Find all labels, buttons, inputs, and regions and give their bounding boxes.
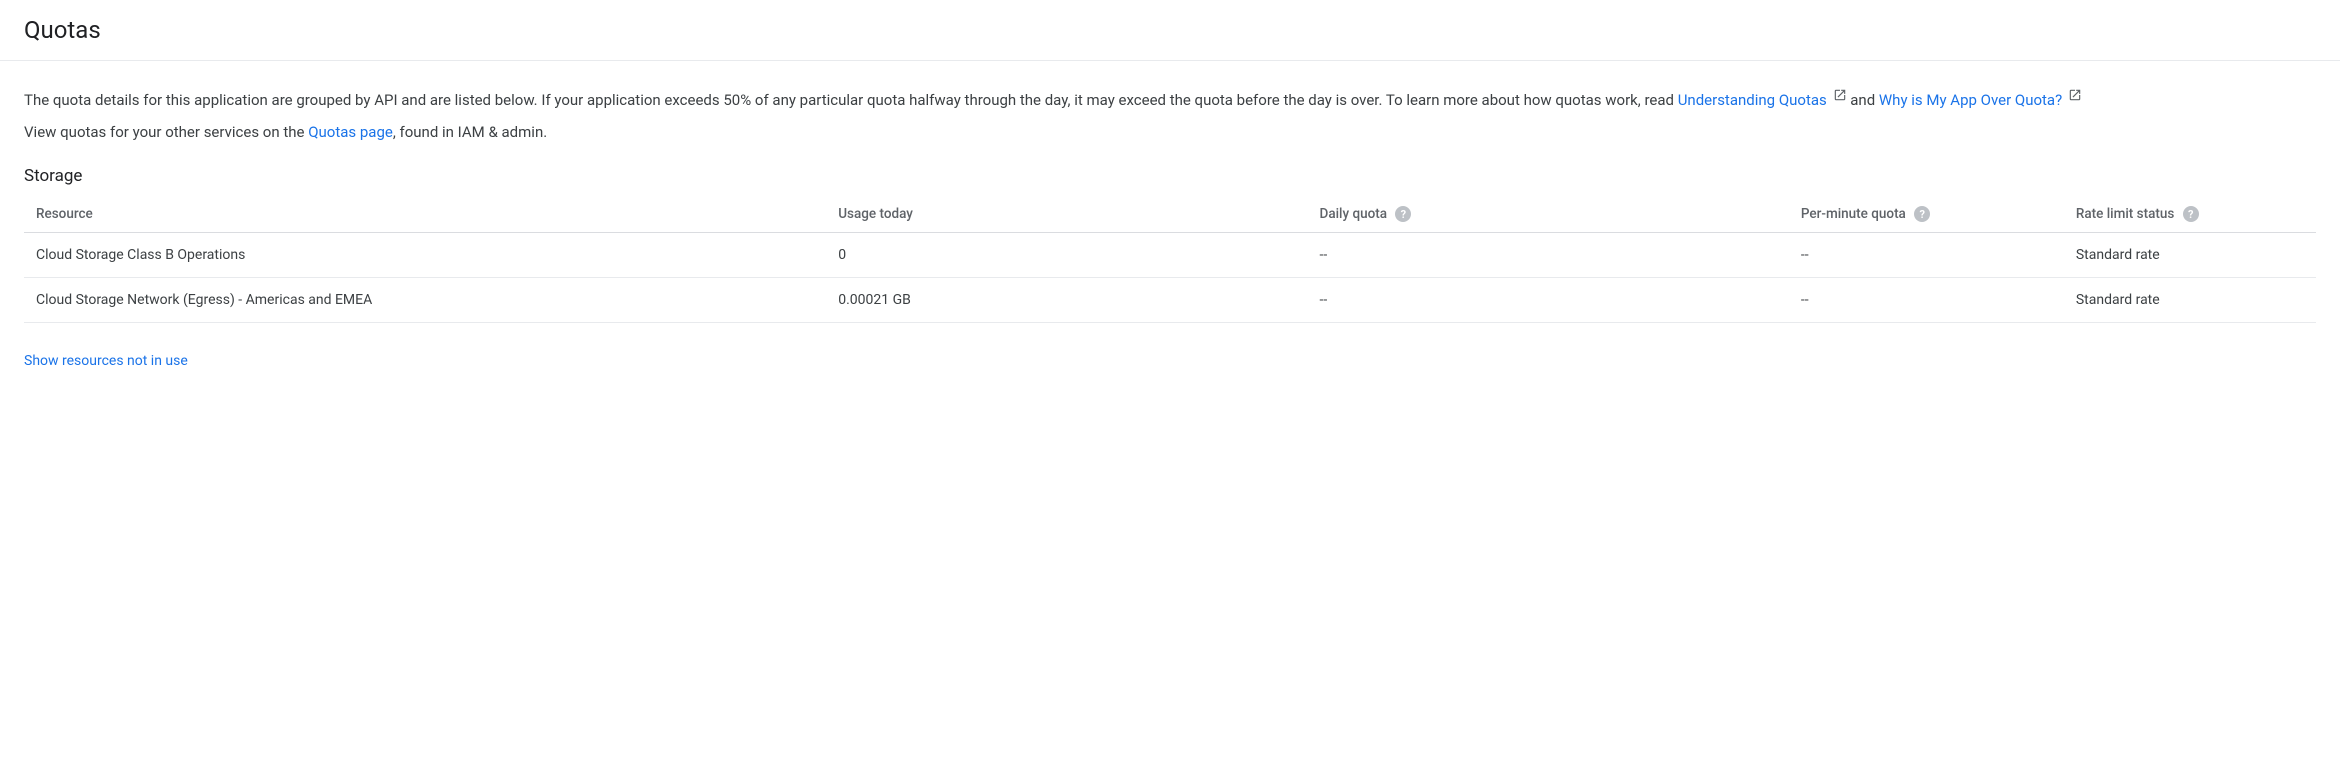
external-link-icon [1833, 85, 1847, 109]
page-title: Quotas [24, 16, 2316, 44]
table-header-row: Resource Usage today Daily quota ? Per-m… [24, 196, 2316, 233]
cell-resource: Cloud Storage Network (Egress) - America… [24, 278, 826, 323]
column-header-daily-text: Daily quota [1320, 206, 1388, 222]
understanding-quotas-link[interactable]: Understanding Quotas [1678, 91, 1827, 109]
quotas-page-link-text: Quotas page [308, 123, 393, 141]
table-row: Cloud Storage Class B Operations 0 -- --… [24, 233, 2316, 278]
column-header-resource: Resource [24, 196, 826, 233]
understanding-quotas-link-text: Understanding Quotas [1678, 91, 1827, 109]
section-heading-storage: Storage [24, 166, 2316, 186]
column-header-minute-text: Per-minute quota [1801, 206, 1906, 222]
table-row: Cloud Storage Network (Egress) - America… [24, 278, 2316, 323]
cell-usage: 0 [826, 233, 1307, 278]
help-icon[interactable]: ? [1914, 206, 1930, 222]
column-header-rate-text: Rate limit status [2076, 206, 2174, 222]
quotas-page-link[interactable]: Quotas page [308, 123, 393, 141]
intro-paragraph-2: View quotas for your other services on t… [24, 120, 2316, 144]
storage-quota-table: Resource Usage today Daily quota ? Per-m… [24, 196, 2316, 323]
cell-daily: -- [1308, 278, 1789, 323]
help-icon[interactable]: ? [1395, 206, 1411, 222]
column-header-minute: Per-minute quota ? [1789, 196, 2064, 233]
cell-rate: Standard rate [2064, 233, 2316, 278]
cell-resource: Cloud Storage Class B Operations [24, 233, 826, 278]
why-over-quota-link-text: Why is My App Over Quota? [1879, 91, 2062, 109]
intro-text-1: The quota details for this application a… [24, 91, 1678, 109]
content-area: The quota details for this application a… [0, 61, 2340, 393]
cell-daily: -- [1308, 233, 1789, 278]
intro-paragraph-1: The quota details for this application a… [24, 85, 2316, 112]
column-header-usage: Usage today [826, 196, 1307, 233]
quotas-line-before: View quotas for your other services on t… [24, 123, 308, 141]
why-over-quota-link[interactable]: Why is My App Over Quota? [1879, 91, 2062, 109]
cell-minute: -- [1789, 278, 2064, 323]
column-header-daily: Daily quota ? [1308, 196, 1789, 233]
cell-minute: -- [1789, 233, 2064, 278]
cell-rate: Standard rate [2064, 278, 2316, 323]
external-link-icon [2068, 85, 2082, 109]
cell-usage: 0.00021 GB [826, 278, 1307, 323]
column-header-rate: Rate limit status ? [2064, 196, 2316, 233]
quotas-page: Quotas The quota details for this applic… [0, 0, 2340, 393]
quotas-line-after: , found in IAM & admin. [393, 123, 547, 141]
page-header: Quotas [0, 0, 2340, 61]
show-resources-link[interactable]: Show resources not in use [24, 353, 188, 369]
help-icon[interactable]: ? [2183, 206, 2199, 222]
intro-text-between: and [1850, 91, 1879, 109]
